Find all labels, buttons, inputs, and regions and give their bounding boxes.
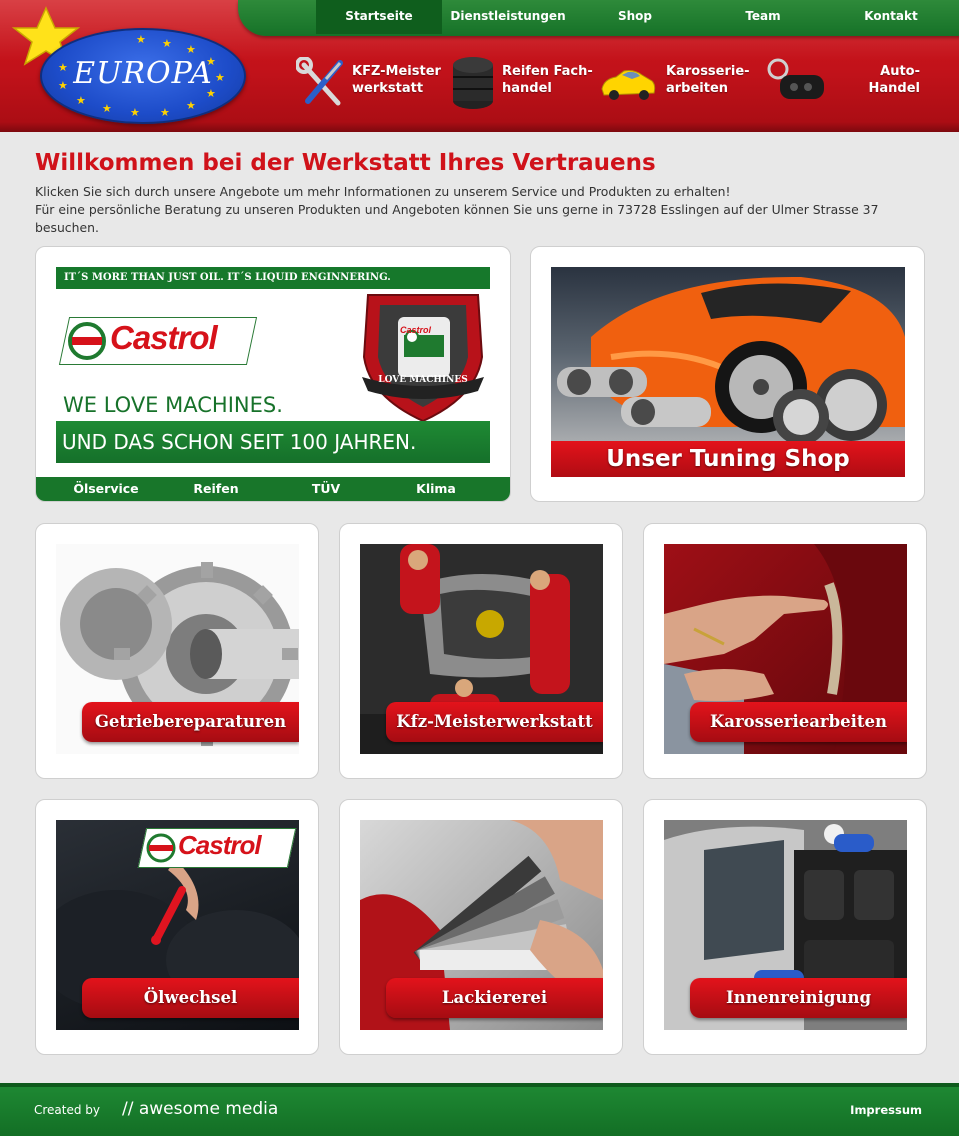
tile-caption[interactable]: Lackiererei (386, 978, 603, 1018)
service-line: Reifen Fach- (502, 64, 593, 79)
main-navigation: Startseite Dienstleistungen Shop Team Ko… (238, 0, 959, 36)
service-label: Karosserie- arbeiten (666, 63, 750, 97)
tile-lackiererei[interactable]: Lackiererei (339, 799, 623, 1055)
link-klima[interactable]: Klima (396, 477, 476, 501)
intro-text-line: Für eine persönliche Beratung zu unseren… (35, 202, 879, 217)
intro-text-line: Klicken Sie sich durch unsere Angebote u… (35, 184, 731, 199)
paint-damage-image: Karosseriearbeiten (664, 544, 907, 754)
castrol-slogan-2: UND DAS SCHON SEIT 100 JAHREN. (56, 421, 490, 463)
link-oelservice[interactable]: Ölservice (58, 477, 154, 501)
footer-agency-link[interactable]: // awesome media (122, 1099, 278, 1119)
eu-star-icon: ★ (76, 94, 86, 107)
nav-kontakt[interactable]: Kontakt (830, 0, 952, 34)
castrol-brand: Castrol (110, 319, 218, 356)
service-label: KFZ-Meister werkstatt (352, 63, 441, 97)
tile-caption[interactable]: Ölwechsel (82, 978, 299, 1018)
nav-dienstleistungen[interactable]: Dienstleistungen (442, 0, 574, 34)
eu-star-icon: ★ (186, 43, 196, 56)
service-karosseriearbeiten[interactable]: Karosserie- arbeiten (598, 55, 758, 125)
tile-oelwechsel[interactable]: Castrol Ölwechsel (35, 799, 319, 1055)
service-label: Reifen Fach- handel (502, 63, 593, 97)
gears-image: Getriebereparaturen (56, 544, 299, 754)
castrol-banner[interactable]: IT´S MORE THAN JUST OIL. IT´S LIQUID ENG… (56, 267, 490, 463)
europa-logo[interactable]: ★ ★ ★ ★ ★ ★ ★ ★ ★ ★ ★ ★ ★ EUROPA (10, 6, 250, 124)
badge-text: LOVE MACHINES (378, 375, 468, 385)
tile-karosseriearbeiten[interactable]: Karosseriearbeiten (643, 523, 927, 779)
eu-star-icon: ★ (136, 33, 146, 46)
eu-star-icon: ★ (160, 106, 170, 119)
tile-caption[interactable]: Kfz-Meisterwerkstatt (386, 702, 603, 742)
eu-star-icon: ★ (130, 106, 140, 119)
nav-startseite[interactable]: Startseite (316, 0, 442, 34)
castrol-brand: Castrol (178, 830, 262, 860)
site-header: ★ ★ ★ ★ ★ ★ ★ ★ ★ ★ ★ ★ ★ EUROPA Startse… (0, 0, 959, 132)
wrench-screwdriver-icon (296, 57, 343, 106)
tire-stack-icon (453, 57, 493, 109)
eu-star-icon: ★ (186, 99, 196, 112)
service-line: Karosserie- (666, 64, 750, 79)
service-autohandel[interactable]: Auto- Handel (766, 55, 926, 125)
nav-shop[interactable]: Shop (574, 0, 696, 34)
castrol-slogan-1: WE LOVE MACHINES. (63, 393, 283, 417)
castrol-emblem-icon (68, 322, 106, 360)
eu-star-icon: ★ (102, 102, 112, 115)
service-kfz-meisterwerkstatt[interactable]: KFZ-Meister werkstatt (296, 55, 446, 125)
castrol-promo-panel: IT´S MORE THAN JUST OIL. IT´S LIQUID ENG… (35, 246, 511, 502)
castrol-emblem-icon (146, 833, 176, 863)
site-footer: Created by // awesome media Impressum (0, 1083, 959, 1136)
impressum-link[interactable]: Impressum (850, 1103, 922, 1117)
tuning-car-image: Unser Tuning Shop (551, 267, 905, 477)
orange-sports-car-icon (557, 276, 905, 445)
tile-caption[interactable]: Karosseriearbeiten (690, 702, 907, 742)
service-line: werkstatt (352, 81, 424, 96)
castrol-tagline: IT´S MORE THAN JUST OIL. IT´S LIQUID ENG… (56, 267, 490, 289)
service-line: arbeiten (666, 81, 729, 96)
love-machines-badge-icon (362, 294, 484, 423)
oil-dipstick-image: Castrol Ölwechsel (56, 820, 299, 1030)
tuning-shop-panel[interactable]: Unser Tuning Shop (530, 246, 925, 502)
castrol-links-bar: Ölservice Reifen TÜV Klima (36, 477, 510, 501)
logo-text: EUROPA (73, 56, 213, 91)
mechanics-image: Kfz-Meisterwerkstatt (360, 544, 603, 754)
service-line: Auto- (880, 64, 920, 79)
color-fan-image: Lackiererei (360, 820, 603, 1030)
link-tuev[interactable]: TÜV (286, 477, 366, 501)
service-reifen-fachhandel[interactable]: Reifen Fach- handel (446, 55, 606, 125)
bottle-label: Castrol (400, 325, 432, 335)
service-line: Handel (868, 81, 921, 96)
eu-star-icon: ★ (162, 37, 172, 50)
tuning-shop-caption[interactable]: Unser Tuning Shop (551, 441, 905, 477)
tile-caption[interactable]: Innenreinigung (690, 978, 907, 1018)
tile-caption[interactable]: Getriebereparaturen (82, 702, 299, 742)
tile-innenreinigung[interactable]: Innenreinigung (643, 799, 927, 1055)
service-line: handel (502, 81, 552, 96)
nav-team[interactable]: Team (696, 0, 830, 34)
car-key-icon (767, 58, 824, 99)
car-interior-image: Innenreinigung (664, 820, 907, 1030)
page-title: Willkommen bei der Werkstatt Ihres Vertr… (35, 150, 656, 176)
intro-text-line: besuchen. (35, 220, 99, 235)
link-reifen[interactable]: Reifen (176, 477, 256, 501)
service-line: KFZ-Meister (352, 64, 441, 79)
tile-getriebereparaturen[interactable]: Getriebereparaturen (35, 523, 319, 779)
service-label: Auto- Handel (848, 63, 921, 97)
tile-kfz-meisterwerkstatt[interactable]: Kfz-Meisterwerkstatt (339, 523, 623, 779)
footer-created-by: Created by (34, 1103, 101, 1117)
yellow-car-icon (601, 70, 656, 100)
